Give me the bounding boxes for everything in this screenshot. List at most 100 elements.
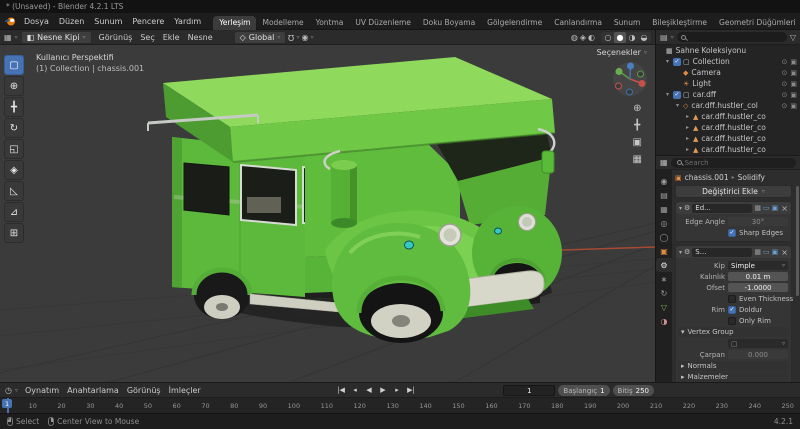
outliner-row[interactable]: ☀ Light — [656, 78, 800, 89]
remove-modifier-icon[interactable]: × — [780, 204, 788, 213]
outliner-row[interactable]: ◆ Camera — [656, 67, 800, 78]
viewport-menu-item[interactable]: Ekle — [159, 32, 184, 43]
checkbox-icon[interactable] — [728, 294, 736, 303]
proportional-edit-icon[interactable]: ◉ — [301, 33, 308, 42]
visibility-toggles[interactable] — [782, 80, 798, 88]
viewport-menu-item[interactable]: Görünüş — [95, 32, 137, 43]
realtime-toggle-icon[interactable]: ▭ — [763, 248, 770, 256]
visibility-toggles[interactable] — [782, 102, 798, 110]
even-thickness-checkbox[interactable]: Even Thickness — [728, 293, 793, 304]
disable-render-icon[interactable] — [790, 91, 797, 99]
scale-tool[interactable]: ◱ — [4, 139, 24, 159]
expand-arrow-icon[interactable]: ▾ — [666, 58, 673, 65]
world-tab-icon[interactable]: ◯ — [656, 230, 672, 244]
wireframe-shading-icon[interactable]: ○ — [602, 32, 614, 43]
view-gizmo[interactable] — [612, 61, 648, 99]
play-button[interactable]: ▶ — [377, 384, 390, 396]
outliner-row[interactable]: ▾ ◇ car.dff.hustler_col — [656, 100, 800, 111]
outliner-row[interactable]: ▸ ▲ car.dff.hustler_co — [656, 144, 800, 155]
expand-arrow-icon[interactable]: ▸ — [686, 146, 693, 153]
gizmos-icon[interactable]: ◈ — [580, 33, 586, 42]
only-rim-checkbox[interactable]: Only Rim — [728, 315, 788, 326]
object-mode-dropdown[interactable]: ◧ Nesne Kipi ▿ — [20, 30, 92, 44]
render-toggle-icon[interactable]: ▣ — [772, 248, 779, 256]
thickness-value[interactable]: 0.01 m — [728, 272, 788, 281]
expand-arrow-icon[interactable]: ▾ — [666, 91, 673, 98]
timeline-menu-item[interactable]: Görünüş — [123, 385, 165, 396]
visibility-toggles[interactable] — [782, 58, 798, 66]
hide-viewport-icon[interactable] — [782, 91, 788, 99]
annotate-tool[interactable]: ◺ — [4, 181, 24, 201]
workspace-tab[interactable]: Geometri Düğümleri — [713, 16, 800, 30]
breadcrumb[interactable]: ▣ chassis.001 ▸ Solidify — [675, 172, 792, 183]
modifiers-tab-icon[interactable]: ⚙ — [656, 258, 672, 272]
snap-magnet-icon[interactable]: Ω — [288, 33, 294, 42]
camera-view-icon[interactable]: ▣ — [633, 137, 642, 148]
edit-mode-toggle-icon[interactable]: ▦ — [754, 248, 761, 256]
hide-viewport-icon[interactable] — [782, 69, 788, 77]
collection-checkbox[interactable] — [673, 57, 681, 66]
rim-fill-checkbox[interactable]: ✓ Doldur — [728, 304, 788, 315]
outliner-row[interactable]: ▾ ▢ Collection — [656, 56, 800, 67]
jump-to-end-button[interactable]: ▶| — [405, 384, 418, 396]
edge-angle-value[interactable]: 30° — [728, 217, 788, 226]
rendered-shading-icon[interactable]: ◒ — [638, 32, 650, 43]
editor-type-icon[interactable]: ▦ — [4, 33, 12, 42]
menu-item[interactable]: Pencere — [127, 15, 169, 28]
outliner-row[interactable]: ▦ Sahne Koleksiyonu — [656, 45, 800, 56]
previous-keyframe-button[interactable]: ◂ — [349, 384, 362, 396]
object-tab-icon[interactable]: ▣ — [656, 244, 672, 258]
workspace-tab[interactable]: Doku Boyama — [417, 16, 481, 30]
timeline-menu-item[interactable]: Oynatım — [21, 385, 63, 396]
viewport-menu-item[interactable]: Nesne — [184, 32, 217, 43]
disable-render-icon[interactable] — [790, 80, 797, 88]
workspace-tab[interactable]: Bileşikleştirme — [646, 16, 713, 30]
outliner-row[interactable]: ▸ ▲ car.dff.hustler_co — [656, 133, 800, 144]
realtime-toggle-icon[interactable]: ▭ — [763, 204, 770, 212]
timeline-editor-icon[interactable]: ◷ — [5, 386, 12, 395]
playhead-badge[interactable]: 1 — [2, 399, 13, 408]
cursor-tool[interactable]: ⊕ — [4, 76, 24, 96]
modifier-header[interactable]: ▾ ⚙ S... ▦ ▭ ▣ × — [676, 246, 791, 258]
collapse-arrow-icon[interactable]: ▾ — [679, 249, 682, 256]
options-dropdown[interactable]: Seçenekler ▿ — [597, 48, 647, 57]
add-cube-tool[interactable]: ⊞ — [4, 223, 24, 243]
filter-icon[interactable]: ▽ — [790, 33, 796, 42]
sharp-edges-checkbox[interactable]: ✓ Sharp Edges — [728, 227, 788, 238]
render-toggle-icon[interactable]: ▣ — [772, 204, 779, 212]
remove-modifier-icon[interactable]: × — [780, 248, 788, 257]
outliner-row[interactable]: ▸ ▲ car.dff.hustler_co — [656, 111, 800, 122]
vertex-group-selector[interactable]: ▢ ▿ — [728, 339, 788, 348]
normals-subpanel[interactable]: ▸ Normals — [678, 361, 789, 371]
workspace-tab[interactable]: Yontma — [310, 16, 350, 30]
render-tab-icon[interactable]: ◉ — [656, 174, 672, 188]
disable-render-icon[interactable] — [790, 69, 797, 77]
object-data-tab-icon[interactable]: ▽ — [656, 300, 672, 314]
hide-viewport-icon[interactable] — [782, 80, 788, 88]
workspace-tab[interactable]: Sunum — [608, 16, 646, 30]
solid-shading-icon[interactable]: ● — [614, 31, 626, 43]
perspective-toggle-icon[interactable]: ▦ — [633, 154, 642, 165]
physics-tab-icon[interactable]: ↻ — [656, 286, 672, 300]
output-tab-icon[interactable]: ▤ — [656, 188, 672, 202]
disable-render-icon[interactable] — [790, 102, 797, 110]
menu-item[interactable]: Yardım — [169, 15, 206, 28]
zoom-icon[interactable]: ⊕ — [633, 103, 641, 114]
play-reverse-button[interactable]: ◀ — [363, 384, 376, 396]
modifier-header[interactable]: ▾ ⚙ Ed... ▦ ▭ ▣ × — [676, 202, 791, 214]
disable-render-icon[interactable] — [790, 58, 797, 66]
xray-icon[interactable]: ◐ — [588, 33, 595, 42]
hide-viewport-icon[interactable] — [782, 58, 788, 66]
timeline-menu-item[interactable]: Anahtarlama — [63, 385, 123, 396]
add-modifier-button[interactable]: Değiştirici Ekle ▿ — [675, 185, 792, 198]
modifier-name-field[interactable]: S... — [692, 247, 753, 257]
blender-logo-icon[interactable] — [4, 15, 16, 27]
outliner-row[interactable]: ▸ ▲ car.dff.hustler_co — [656, 122, 800, 133]
measure-tool[interactable]: ⊿ — [4, 202, 24, 222]
scene-tab-icon[interactable]: ◎ — [656, 216, 672, 230]
3d-viewport[interactable]: Kullanıcı Perspektifi (1) Collection | c… — [0, 45, 655, 382]
transform-tool[interactable]: ◈ — [4, 160, 24, 180]
checkbox-icon[interactable] — [728, 316, 736, 325]
workspace-tab[interactable]: Yerleşim — [213, 15, 257, 30]
workspace-tab[interactable]: Canlandırma — [548, 16, 608, 30]
